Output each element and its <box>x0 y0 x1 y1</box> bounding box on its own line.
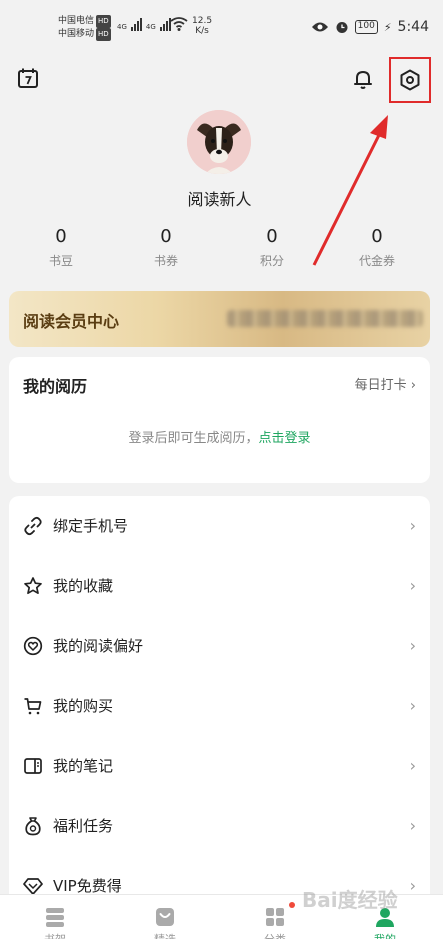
carrier-info: 中国电信 HD 中国移动 HD <box>58 15 111 41</box>
chevron-right-icon: › <box>409 516 416 535</box>
link-icon <box>24 516 42 536</box>
menu-label: 绑定手机号 <box>53 517 129 535</box>
menu-label: 我的购买 <box>53 697 114 715</box>
vip-title: 阅读会员中心 <box>23 312 120 331</box>
menu-item-purchases[interactable]: 我的购买 › <box>9 676 430 736</box>
carrier-1: 中国电信 <box>58 16 95 26</box>
notebook-icon <box>24 758 42 774</box>
alarm-icon <box>336 22 348 33</box>
network-type-2: 4G <box>145 23 156 31</box>
diamond-icon <box>23 878 43 895</box>
calendar-icon[interactable] <box>17 67 39 89</box>
login-link[interactable]: 点击登录 <box>259 431 311 446</box>
menu-label: 我的收藏 <box>53 577 114 595</box>
checkin-label: 每日打卡 <box>354 378 407 393</box>
chevron-right-icon: › <box>409 696 416 715</box>
stat-value: 0 <box>55 226 67 247</box>
category-icon <box>266 908 284 926</box>
chevron-right-icon: › <box>409 816 416 835</box>
bookshelf-icon <box>46 908 64 927</box>
heart-icon <box>23 636 43 656</box>
tab-label: 分类 <box>220 931 330 939</box>
wifi-icon <box>170 17 188 31</box>
history-empty-message: 登录后即可生成阅历，点击登录 <box>9 427 430 446</box>
chevron-right-icon: › <box>409 756 416 775</box>
chevron-right-icon: › <box>409 576 416 595</box>
network-speed: 12.5 K/s <box>192 16 212 36</box>
nickname[interactable]: 阅读新人 <box>0 186 439 210</box>
stat-label: 书豆 <box>48 254 73 268</box>
clock: 5:44 <box>397 19 429 35</box>
bell-icon[interactable] <box>351 67 375 91</box>
stat-label: 书券 <box>153 254 178 268</box>
menu-label: 我的阅读偏好 <box>53 637 144 655</box>
menu-item-favorites[interactable]: 我的收藏 › <box>9 556 430 616</box>
stat-value: 0 <box>371 226 383 247</box>
top-bar <box>0 56 443 106</box>
speed-value: 12.5 <box>192 16 213 26</box>
stat-label: 积分 <box>259 254 284 268</box>
settings-icon <box>400 69 420 91</box>
network-type-1: 4G <box>117 23 127 31</box>
blurred-vip-info <box>227 310 423 327</box>
stat-points[interactable]: 0 积分 <box>232 226 312 269</box>
stat-voucher[interactable]: 0 代金券 <box>337 226 417 269</box>
signal-icon <box>130 17 142 31</box>
signal-icons: 4G 4G <box>117 17 171 31</box>
battery-indicator: 100 <box>354 20 378 34</box>
menu-item-reading-preference[interactable]: 我的阅读偏好 › <box>9 616 430 676</box>
menu-label: VIP免费得 <box>53 877 122 895</box>
tab-label: 精选 <box>110 931 220 939</box>
hd-badge: HD <box>96 15 111 28</box>
dog-avatar-image <box>187 110 251 174</box>
tab-bookshelf[interactable]: 书架 <box>0 895 110 939</box>
menu-item-bind-phone[interactable]: 绑定手机号 › <box>9 496 430 556</box>
chevron-right-icon: › <box>409 636 416 655</box>
stats-row: 0 书豆 0 书券 0 积分 0 代金券 <box>0 226 443 276</box>
charging-icon: ⚡ <box>383 20 392 34</box>
cart-icon <box>24 698 42 715</box>
watermark: Bai度经验 <box>302 888 398 912</box>
history-title: 我的阅历 <box>23 377 88 396</box>
hd-badge: HD <box>96 28 111 41</box>
menu-label: 我的笔记 <box>53 757 114 775</box>
avatar[interactable] <box>187 110 251 174</box>
tab-label: 书架 <box>0 931 110 939</box>
daily-checkin-link[interactable]: 每日打卡 › <box>355 374 416 393</box>
menu-item-notes[interactable]: 我的笔记 › <box>9 736 430 796</box>
chevron-right-icon: › <box>410 378 416 393</box>
settings-button[interactable] <box>389 57 431 103</box>
login-prompt: 登录后即可生成阅历， <box>128 431 259 446</box>
tab-label: 我的 <box>330 931 440 939</box>
stat-shudou[interactable]: 0 书豆 <box>21 226 101 269</box>
stat-value: 0 <box>266 226 278 247</box>
menu-item-welfare-tasks[interactable]: 福利任务 › <box>9 796 430 856</box>
eye-icon <box>311 22 328 32</box>
carrier-2: 中国移动 <box>58 29 95 39</box>
menu-label: 福利任务 <box>53 817 114 835</box>
star-icon <box>24 577 42 595</box>
reading-history-card: 我的阅历 每日打卡 › 登录后即可生成阅历，点击登录 <box>9 357 430 483</box>
stat-label: 代金券 <box>358 254 395 268</box>
stat-shuquan[interactable]: 0 书券 <box>126 226 206 269</box>
gift-bag-icon <box>25 817 41 836</box>
status-bar: 中国电信 HD 中国移动 HD 4G 4G 12.5 K/s 100 ⚡ 5:44 <box>0 0 443 56</box>
featured-icon <box>156 908 174 926</box>
menu-card: 绑定手机号 › 我的收藏 › 我的阅读偏好 › 我的购买 › 我的笔记 › 福利… <box>9 496 430 916</box>
chevron-right-icon: › <box>409 876 416 895</box>
tab-featured[interactable]: 精选 <box>110 895 220 939</box>
stat-value: 0 <box>160 226 172 247</box>
status-right: 100 ⚡ 5:44 <box>311 19 429 35</box>
speed-unit: K/s <box>195 26 209 36</box>
vip-center-banner[interactable]: 阅读会员中心 <box>9 291 430 347</box>
notification-dot <box>289 902 295 908</box>
